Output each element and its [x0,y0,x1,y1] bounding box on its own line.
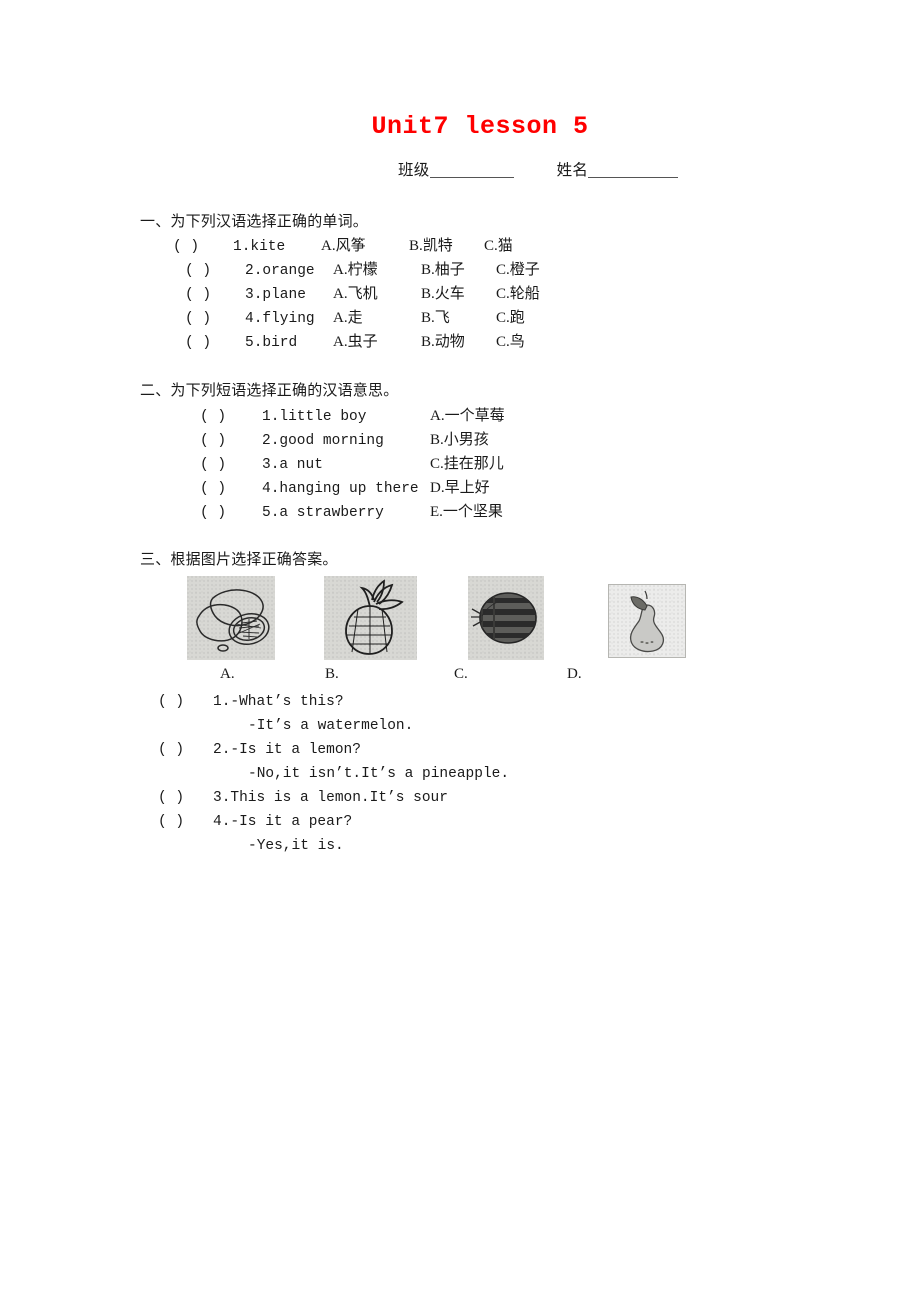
option-c[interactable]: C.猫 [484,234,513,255]
question-text: 4.flying [245,311,315,327]
section-1-item-3: ( ) 3.plane A.飞机 B.火车 C.轮船 [185,282,540,303]
phrase-text: 4.hanging up there [262,481,419,497]
answer-blank[interactable]: ( ) [185,263,245,279]
answer-blank[interactable]: ( ) [185,335,245,351]
section-2-item-5: ( ) 5.a strawberry E.一个坚果 [200,500,503,521]
section-3-item-1-reply: -It’s a watermelon. [248,718,413,734]
phrase-text: 1.little boy [262,409,367,425]
option-b[interactable]: B.柚子 [421,258,496,279]
section-3-item-2: ( ) 2.-Is it a lemon? [158,742,361,758]
answer-blank[interactable]: ( ) [185,287,245,303]
dialogue-line-1: 2.-Is it a lemon? [213,742,361,758]
answer-blank[interactable]: ( ) [200,409,262,425]
option-c[interactable]: C.跑 [496,306,525,327]
section-1-item-2: ( ) 2.orange A.柠檬 B.柚子 C.橙子 [185,258,540,279]
phrase-text: 2.good morning [262,433,384,449]
option-c[interactable]: C.轮船 [496,282,540,303]
class-label: 班级 [398,162,430,179]
section-3-item-3: ( ) 3.This is a lemon.It’s sour [158,790,448,806]
section-3-item-1: ( ) 1.-What’s this? [158,694,344,710]
answer-blank[interactable]: ( ) [200,457,262,473]
option-c[interactable]: C.鸟 [496,330,525,351]
question-text: 1.kite [233,239,286,255]
pear-icon[interactable] [608,584,686,658]
class-input-blank[interactable] [429,160,514,178]
match-option[interactable]: D.早上好 [430,476,490,497]
answer-blank[interactable]: ( ) [158,694,213,710]
question-text: 3.plane [245,287,306,303]
option-a[interactable]: A.风筝 [321,234,409,255]
section-2-heading: 二、为下列短语选择正确的汉语意思。 [140,383,399,399]
option-a[interactable]: A.飞机 [333,282,421,303]
question-text: 5.bird [245,335,298,351]
option-b[interactable]: B.火车 [421,282,496,303]
phrase-text: 5.a strawberry [262,505,384,521]
section-2-item-2: ( ) 2.good morning B.小男孩 [200,428,489,449]
pineapple-icon[interactable] [324,576,417,660]
answer-blank[interactable]: ( ) [173,239,233,255]
answer-blank[interactable]: ( ) [158,742,213,758]
answer-blank[interactable]: ( ) [200,433,262,449]
section-2-item-4: ( ) 4.hanging up there D.早上好 [200,476,490,497]
section-1-item-4: ( ) 4.flying A.走 B.飞 C.跑 [185,306,525,327]
dialogue-line-2: -Yes,it is. [248,838,344,854]
picture-options-row [0,576,920,664]
dialogue-line-1: 1.-What’s this? [213,694,344,710]
dialogue-line-1: 3.This is a lemon.It’s sour [213,790,448,806]
name-input-blank[interactable] [588,160,679,178]
question-text: 2.orange [245,263,315,279]
answer-blank[interactable]: ( ) [200,505,262,521]
option-a[interactable]: A.柠檬 [333,258,421,279]
page-title-text: Unit7 lesson 5 [371,112,589,141]
match-option[interactable]: C.挂在那儿 [430,452,504,473]
dialogue-line-2: -No,it isn’t.It’s a pineapple. [248,766,510,782]
section-1-item-5: ( ) 5.bird A.虫子 B.动物 C.鸟 [185,330,525,351]
watermelon-icon[interactable] [468,576,544,660]
picture-label-d: D. [567,666,582,682]
answer-blank[interactable]: ( ) [158,790,213,806]
option-a[interactable]: A.走 [333,306,421,327]
section-2-item-1: ( ) 1.little boy A.一个草莓 [200,404,505,425]
picture-labels: A. B. C. D. [0,666,920,688]
section-3-heading: 三、根据图片选择正确答案。 [140,552,338,568]
option-b[interactable]: B.凯特 [409,234,484,255]
match-option[interactable]: A.一个草莓 [430,404,505,425]
option-a[interactable]: A.虫子 [333,330,421,351]
student-info-line: 班级 姓名 [398,158,679,180]
option-c[interactable]: C.橙子 [496,258,540,279]
option-b[interactable]: B.动物 [421,330,496,351]
worksheet-page: Unit7 lesson 5 班级 姓名 一、为下列汉语选择正确的单词。 ( ) 1… [0,0,920,1302]
lemon-icon[interactable] [187,576,275,660]
section-3-item-2-reply: -No,it isn’t.It’s a pineapple. [248,766,509,782]
section-2-item-3: ( ) 3.a nut C.挂在那儿 [200,452,504,473]
section-3-item-4: ( ) 4.-Is it a pear? [158,814,352,830]
answer-blank[interactable]: ( ) [158,814,213,830]
phrase-text: 3.a nut [262,457,323,473]
section-1-item-1: ( ) 1.kite A.风筝 B.凯特 C.猫 [173,234,513,255]
dialogue-line-2: -It’s a watermelon. [248,718,414,734]
match-option[interactable]: B.小男孩 [430,428,489,449]
section-3-item-4-reply: -Yes,it is. [248,838,344,854]
page-title: Unit7 lesson 5 [0,112,920,141]
option-b[interactable]: B.飞 [421,306,496,327]
answer-blank[interactable]: ( ) [200,481,262,497]
name-label: 姓名 [556,162,589,179]
picture-label-a: A. [220,666,235,682]
match-option[interactable]: E.一个坚果 [430,500,503,521]
dialogue-line-1: 4.-Is it a pear? [213,814,353,830]
answer-blank[interactable]: ( ) [185,311,245,327]
section-1-heading: 一、为下列汉语选择正确的单词。 [140,214,369,230]
picture-label-c: C. [454,666,468,682]
picture-label-b: B. [325,666,339,682]
